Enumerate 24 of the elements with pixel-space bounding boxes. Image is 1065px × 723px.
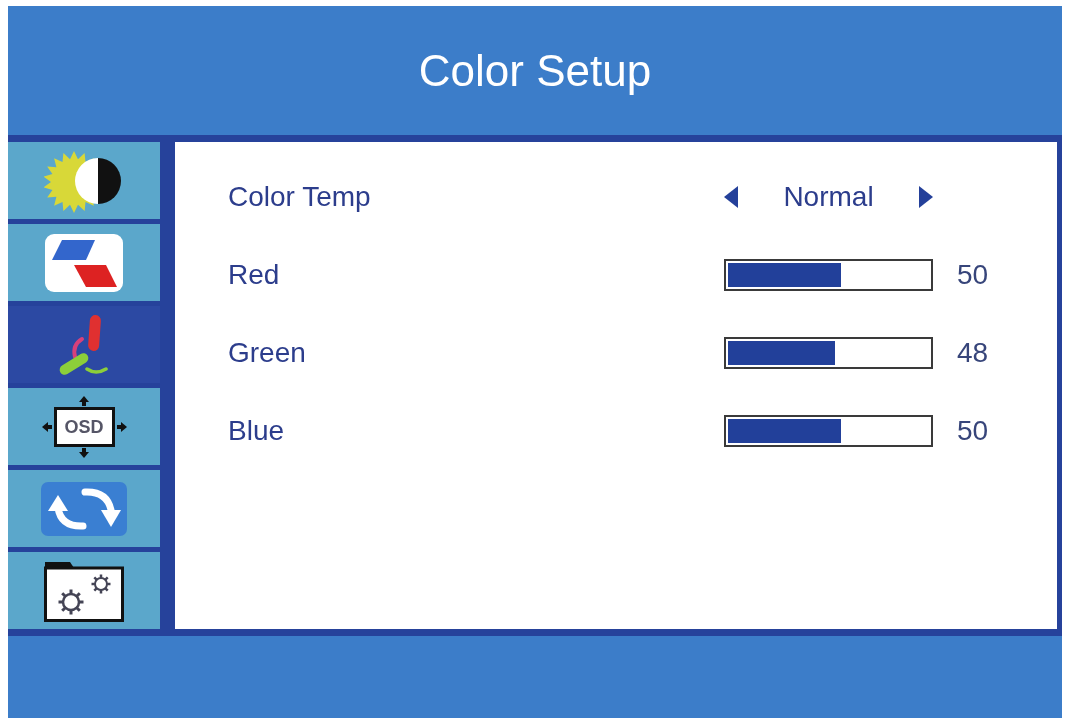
arrow-up-icon [79, 395, 89, 406]
setting-label: Color Temp [228, 181, 371, 213]
parallelograms-icon [45, 233, 123, 292]
slider-track[interactable] [724, 259, 933, 291]
slider-value: 50 [956, 415, 989, 447]
setting-label: Blue [228, 415, 285, 447]
left-triangle-icon [724, 186, 738, 208]
slider-track[interactable] [724, 415, 933, 447]
right-triangle-icon [919, 186, 933, 208]
menu-tab[interactable]: OSD [8, 388, 160, 465]
arrow-left-icon [41, 421, 52, 432]
folder-gears-icon [44, 559, 124, 622]
menu-title: Color Setup [418, 45, 652, 96]
slider-value: 50 [956, 259, 989, 291]
setting-label: Green [228, 337, 306, 369]
menu-tab[interactable] [8, 552, 160, 629]
menu-tab[interactable] [8, 142, 160, 219]
selector-value: Normal [783, 181, 874, 213]
slider-value: 48 [956, 337, 989, 369]
arrow-down-icon [79, 447, 89, 458]
slider-track[interactable] [724, 337, 933, 369]
circular-arrows-icon [41, 481, 127, 536]
arrow-right-icon [116, 421, 127, 432]
setting-label: Red [228, 259, 280, 291]
